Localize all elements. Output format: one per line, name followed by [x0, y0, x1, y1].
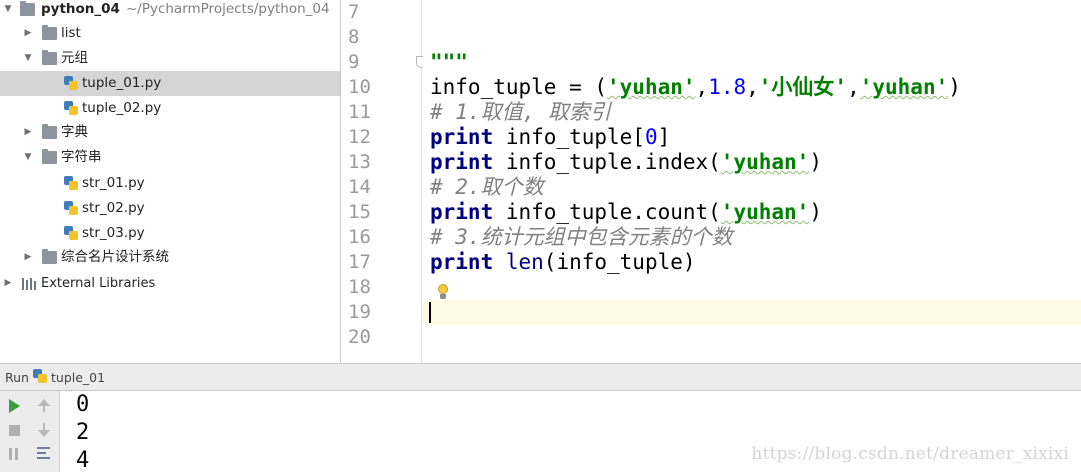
- tree-folder-list[interactable]: ▶ list: [0, 21, 340, 46]
- run-console[interactable]: 0 2 4 https://blog.csdn.net/dreamer_xixi…: [61, 391, 1081, 472]
- chevron-right-icon[interactable]: ▶: [22, 21, 34, 46]
- code-line-17: print len(info_tuple): [430, 250, 696, 274]
- tree-item-label: list: [61, 25, 81, 41]
- tree-item-label: 元组: [61, 50, 88, 66]
- code-line-12: print info_tuple[0]: [430, 125, 671, 149]
- soft-wrap-icon[interactable]: [33, 443, 55, 465]
- code-line-15: print info_tuple.count('yuhan'): [430, 200, 822, 224]
- tree-item-label: 字符串: [61, 149, 102, 165]
- tree-item-label: str_01.py: [82, 175, 145, 191]
- code-line-14: # 2.取个数: [430, 175, 544, 199]
- code-line-9: """: [430, 50, 468, 74]
- line-number: 10: [348, 76, 371, 98]
- tree-item-label: str_03.py: [82, 225, 145, 241]
- code-line-13: print info_tuple.index('yuhan'): [430, 150, 822, 174]
- tree-external-libraries[interactable]: ▶ External Libraries: [0, 271, 340, 296]
- tree-folder-string[interactable]: ▼ 字符串: [0, 145, 340, 170]
- current-line-highlight: [423, 300, 1081, 325]
- run-config-tab[interactable]: tuple_01: [51, 364, 105, 391]
- tree-root-python04[interactable]: ▼ python_04 ~/PycharmProjects/python_04: [0, 0, 340, 22]
- scroll-down-icon[interactable]: [33, 419, 55, 441]
- tree-file-str-02[interactable]: str_02.py: [0, 196, 340, 221]
- folder-icon: [42, 25, 57, 40]
- tree-file-tuple-02[interactable]: tuple_02.py: [0, 96, 340, 121]
- line-number: 17: [348, 251, 371, 273]
- line-number: 15: [348, 201, 371, 223]
- code-editor[interactable]: """ info_tuple = ('yuhan',1.8,'小仙女','yuh…: [423, 0, 1081, 363]
- python-file-icon: [64, 76, 78, 90]
- editor-gutter: 7 8 9 10 11 12 13 14 15 16 17 18 19 20: [342, 0, 426, 363]
- console-output-line: 2: [76, 420, 90, 445]
- text-caret: [429, 302, 431, 323]
- tree-folder-tuple[interactable]: ▼ 元组: [0, 46, 340, 71]
- line-number: 8: [348, 26, 360, 48]
- python-file-icon: [64, 101, 78, 115]
- code-line-10: info_tuple = ('yuhan',1.8,'小仙女','yuhan'): [430, 75, 961, 99]
- run-panel-title: Run: [5, 370, 29, 385]
- console-output-line: 0: [76, 392, 90, 417]
- code-line-11: # 1.取值, 取索引: [430, 100, 611, 124]
- project-path: ~/PycharmProjects/python_04: [125, 1, 330, 17]
- tree-folder-card-system[interactable]: ▶ 综合名片设计系统: [0, 245, 340, 270]
- line-number: 12: [348, 126, 371, 148]
- folder-icon: [42, 50, 57, 65]
- line-number: 18: [348, 276, 371, 298]
- chevron-right-icon[interactable]: ▶: [22, 120, 34, 145]
- line-number-current: 19: [348, 301, 371, 323]
- run-toolbar: [0, 391, 60, 472]
- code-line-16: # 3.统计元组中包含元素的个数: [430, 225, 733, 249]
- line-number: 11: [348, 101, 371, 123]
- tree-file-str-03[interactable]: str_03.py: [0, 221, 340, 246]
- python-file-icon: [64, 176, 78, 190]
- chevron-down-icon[interactable]: ▼: [22, 46, 34, 71]
- stop-icon[interactable]: [3, 419, 25, 441]
- project-name: python_04: [41, 1, 120, 17]
- tree-item-label: External Libraries: [41, 276, 156, 291]
- line-number: 14: [348, 176, 371, 198]
- line-number: 16: [348, 226, 371, 248]
- libraries-icon: [22, 277, 38, 290]
- line-number: 7: [348, 1, 360, 23]
- line-number: 20: [348, 326, 371, 348]
- python-file-icon: [64, 201, 78, 215]
- folder-icon: [42, 149, 57, 164]
- tree-item-label: 综合名片设计系统: [61, 249, 169, 265]
- pause-icon[interactable]: [3, 443, 25, 465]
- chevron-right-icon[interactable]: ▶: [2, 271, 14, 296]
- watermark: https://blog.csdn.net/dreamer_xixixi: [751, 444, 1069, 464]
- tree-item-label: tuple_01.py: [82, 75, 162, 91]
- tree-item-label: tuple_02.py: [82, 100, 162, 116]
- project-tree: ▼ python_04 ~/PycharmProjects/python_04 ▶…: [0, 0, 341, 363]
- rerun-play-icon[interactable]: [3, 395, 25, 417]
- line-number: 13: [348, 151, 371, 173]
- scroll-up-icon[interactable]: [33, 395, 55, 417]
- tree-folder-dict[interactable]: ▶ 字典: [0, 120, 340, 145]
- tree-file-str-01[interactable]: str_01.py: [0, 171, 340, 196]
- line-number: 9: [348, 51, 360, 73]
- tree-file-tuple-01[interactable]: tuple_01.py: [0, 71, 340, 96]
- tree-item-label: 字典: [61, 124, 88, 140]
- chevron-right-icon[interactable]: ▶: [22, 245, 34, 270]
- run-tool-window-header: Run tuple_01: [0, 363, 1081, 391]
- folder-icon: [20, 1, 35, 16]
- chevron-down-icon[interactable]: ▼: [2, 0, 14, 22]
- python-file-icon: [64, 226, 78, 240]
- folder-icon: [42, 124, 57, 139]
- folder-icon: [42, 249, 57, 264]
- tree-item-label: str_02.py: [82, 200, 145, 216]
- console-output-line: 4: [76, 448, 90, 472]
- python-file-icon: [33, 369, 47, 383]
- lightbulb-icon[interactable]: [437, 284, 449, 300]
- chevron-down-icon[interactable]: ▼: [22, 145, 34, 170]
